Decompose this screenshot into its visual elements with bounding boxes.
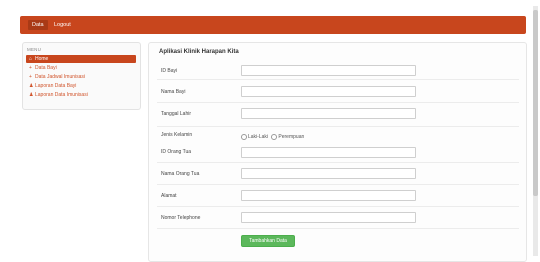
sidebar-item-label: Data Jadwal Imunisasi bbox=[35, 74, 86, 80]
radio-perempuan-label: Perempuan bbox=[278, 134, 305, 140]
sidebar-item-label: Laporan Data Bayi bbox=[35, 83, 77, 89]
divider bbox=[157, 206, 519, 207]
divider bbox=[157, 126, 519, 127]
gender-radio-group: Laki-Laki Perempuan bbox=[241, 133, 304, 141]
nama-orang-tua-input[interactable] bbox=[241, 168, 416, 179]
sidebar-item-data-bayi[interactable]: + Data Bayi bbox=[26, 64, 136, 72]
nama-orang-tua-label: Nama Orang Tua bbox=[161, 171, 200, 177]
radio-perempuan[interactable] bbox=[271, 133, 278, 140]
tanggal-lahir-input[interactable] bbox=[241, 108, 416, 119]
sidebar-item-label: Data Bayi bbox=[35, 65, 57, 71]
nama-bayi-label: Nama Bayi bbox=[161, 89, 186, 95]
jenis-kelamin-label: Jenis Kelamin bbox=[161, 132, 193, 138]
scrollbar-thumb[interactable] bbox=[533, 10, 538, 196]
divider bbox=[157, 102, 519, 103]
sidebar-menu: MENU ⌂ Home + Data Bayi + Data Jadwal Imuni… bbox=[22, 42, 141, 110]
sidebar-item-label: Home bbox=[35, 56, 49, 62]
nama-bayi-input[interactable] bbox=[241, 86, 416, 97]
sidebar-item-home[interactable]: ⌂ Home bbox=[26, 55, 136, 63]
id-bayi-label: ID Bayi bbox=[161, 68, 178, 74]
sidebar-item-label: Laporan Data Imunisasi bbox=[35, 92, 88, 98]
tanggal-lahir-label: Tanggal Lahir bbox=[161, 111, 192, 117]
divider bbox=[157, 162, 519, 163]
divider bbox=[157, 228, 519, 229]
id-bayi-input[interactable] bbox=[241, 65, 416, 76]
radio-laki-laki-label: Laki-Laki bbox=[248, 134, 269, 140]
nav-logout-link[interactable]: Logout bbox=[54, 20, 71, 30]
divider bbox=[157, 184, 519, 185]
id-orang-tua-input[interactable] bbox=[241, 147, 416, 158]
divider bbox=[157, 79, 519, 80]
nav-data-link[interactable]: Data bbox=[28, 20, 48, 30]
sidebar-item-laporan-data-imunisasi[interactable]: ♟ Laporan Data Imunisasi bbox=[26, 91, 136, 99]
radio-laki-laki[interactable] bbox=[241, 133, 247, 140]
page-scrollbar[interactable] bbox=[533, 6, 538, 256]
sidebar-item-laporan-data-bayi[interactable]: ♟ Laporan Data Bayi bbox=[26, 82, 136, 90]
page-title: Aplikasi Klinik Harapan Kita bbox=[159, 49, 239, 55]
nomor-telephone-label: Nomor Telephone bbox=[161, 215, 201, 221]
sidebar-header: MENU bbox=[27, 47, 42, 52]
alamat-input[interactable] bbox=[241, 190, 416, 201]
nomor-telephone-input[interactable] bbox=[241, 212, 416, 223]
id-orang-tua-label: ID Orang Tua bbox=[161, 149, 192, 155]
top-navbar: Data Logout bbox=[20, 16, 526, 34]
form-panel: Aplikasi Klinik Harapan Kita ID Bayi Nam… bbox=[148, 42, 527, 262]
sidebar-item-data-jadwal-imunisasi[interactable]: + Data Jadwal Imunisasi bbox=[26, 73, 136, 81]
alamat-label: Alamat bbox=[161, 193, 177, 199]
tambahkan-data-button[interactable]: Tambahkan Data bbox=[241, 235, 295, 247]
